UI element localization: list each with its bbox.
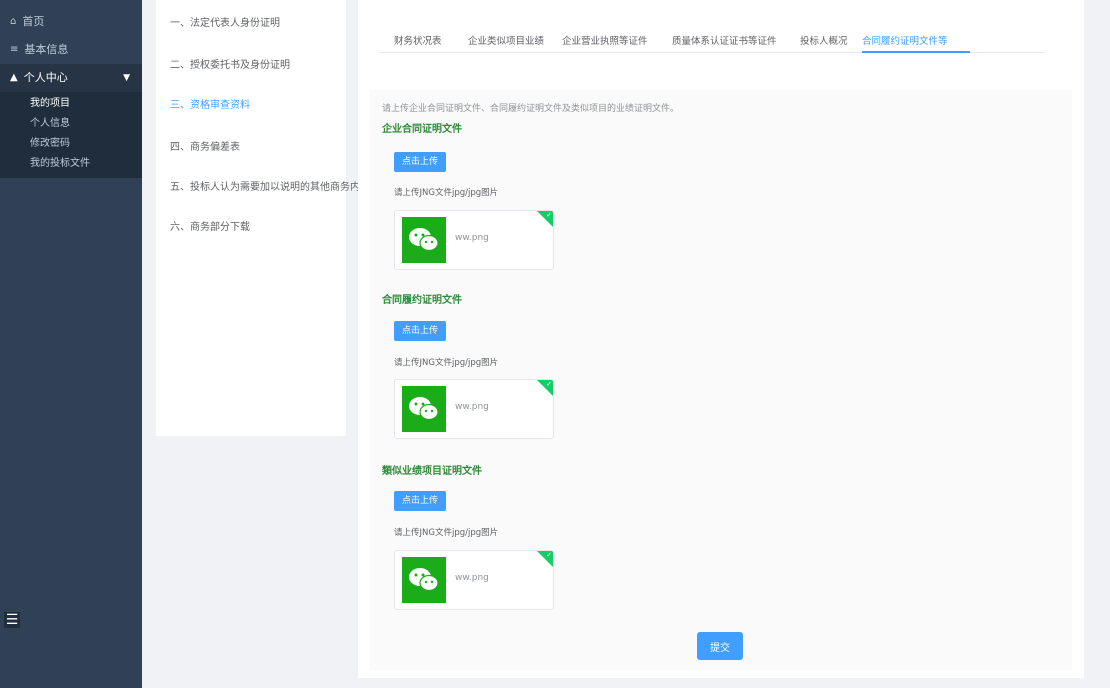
file-card-contract[interactable]: ww.png ✓ xyxy=(394,210,554,270)
upload-instructions: 请上传企业合同证明文件、合同履约证明文件及类似项目的业绩证明文件。 xyxy=(382,104,680,114)
sidebar-item-info[interactable]: ≡ 基本信息 xyxy=(0,36,142,64)
upload-button-similar-projects[interactable]: 点击上传 xyxy=(394,491,446,511)
hamburger-icon[interactable]: ☰ xyxy=(4,612,20,628)
sidebar-item-label: 首页 xyxy=(22,15,45,28)
sidebar-item-personal-center[interactable]: ▲ 个人中心 ▼ xyxy=(0,64,142,92)
file-hint: 请上传JNG文件jpg/jpg图片 xyxy=(394,528,499,538)
tab-contract-proof[interactable]: 合同履约证明文件等 xyxy=(862,33,948,47)
file-card-similar-projects[interactable]: ww.png ✓ xyxy=(394,550,554,610)
tab-financial-status[interactable]: 财务状况表 xyxy=(394,33,442,47)
submenu-item-bid-files[interactable]: 我的投标文件 xyxy=(0,154,142,174)
sidebar-item-label: 基本信息 xyxy=(24,43,69,56)
sidebar-submenu: 我的项目 个人信息 修改密码 我的投标文件 xyxy=(0,92,142,178)
step-item-6[interactable]: 六、商务部分下载 xyxy=(170,218,250,233)
check-icon: ✓ xyxy=(546,380,552,388)
tab-similar-projects[interactable]: 企业类似项目业绩 xyxy=(468,33,544,47)
tab-active-underline xyxy=(862,51,970,53)
tab-quality-certificate[interactable]: 质量体系认证证书等证件 xyxy=(672,33,777,47)
main-panel: 财务状况表 企业类似项目业绩 企业营业执照等证件 质量体系认证证书等证件 投标人… xyxy=(358,0,1084,678)
upload-button-contract[interactable]: 点击上传 xyxy=(394,152,446,172)
chevron-down-icon: ▼ xyxy=(123,73,130,83)
check-icon: ✓ xyxy=(546,211,552,219)
wechat-icon xyxy=(402,557,446,603)
step-item-5[interactable]: 五、投标人认为需要加以说明的其他商务内容 xyxy=(170,178,370,193)
wechat-icon xyxy=(402,386,446,432)
sidebar-item-label: 个人中心 xyxy=(23,71,68,84)
tab-bar: 财务状况表 企业类似项目业绩 企业营业执照等证件 质量体系认证证书等证件 投标人… xyxy=(380,24,1044,53)
submenu-item-change-password[interactable]: 修改密码 xyxy=(0,134,142,154)
file-hint: 请上传JNG文件jpg/jpg图片 xyxy=(394,358,499,368)
check-icon: ✓ xyxy=(546,551,552,559)
file-card-performance[interactable]: ww.png ✓ xyxy=(394,379,554,439)
file-name: ww.png xyxy=(455,233,489,243)
section-title-similar-projects: 類似业绩项目证明文件 xyxy=(382,466,482,477)
user-icon: ▲ xyxy=(10,72,18,83)
step-item-1[interactable]: 一、法定代表人身份证明 xyxy=(170,14,280,29)
tab-bidder-overview[interactable]: 投标人概况 xyxy=(800,33,848,47)
file-name: ww.png xyxy=(455,402,489,412)
file-hint: 请上传JNG文件jpg/jpg图片 xyxy=(394,188,499,198)
home-icon: ⌂ xyxy=(10,16,17,27)
submenu-item-personal-info[interactable]: 个人信息 xyxy=(0,114,142,134)
step-panel: 一、法定代表人身份证明 二、授权委托书及身份证明 三、资格审查资料 四、商务偏差… xyxy=(156,0,370,436)
submenu-item-my-projects[interactable]: 我的项目 xyxy=(0,94,142,114)
wechat-icon xyxy=(402,217,446,263)
sidebar-item-home[interactable]: ⌂ 首页 xyxy=(0,8,142,36)
upload-button-performance[interactable]: 点击上传 xyxy=(394,321,446,341)
section-title-performance: 合同履约证明文件 xyxy=(382,295,462,306)
step-item-3[interactable]: 三、资格审查资料 xyxy=(170,96,250,111)
tab-business-license[interactable]: 企业营业执照等证件 xyxy=(562,33,648,47)
info-icon: ≡ xyxy=(10,44,19,55)
section-title-contract: 企业合同证明文件 xyxy=(382,124,462,135)
step-item-4[interactable]: 四、商务偏差表 xyxy=(170,138,240,153)
sidebar: ⌂ 首页 ≡ 基本信息 ▲ 个人中心 ▼ 我的项目 个人信息 修改密码 我的投标… xyxy=(0,0,142,688)
file-name: ww.png xyxy=(455,573,489,583)
step-item-2[interactable]: 二、授权委托书及身份证明 xyxy=(170,56,290,71)
submit-button[interactable]: 提交 xyxy=(697,632,743,660)
